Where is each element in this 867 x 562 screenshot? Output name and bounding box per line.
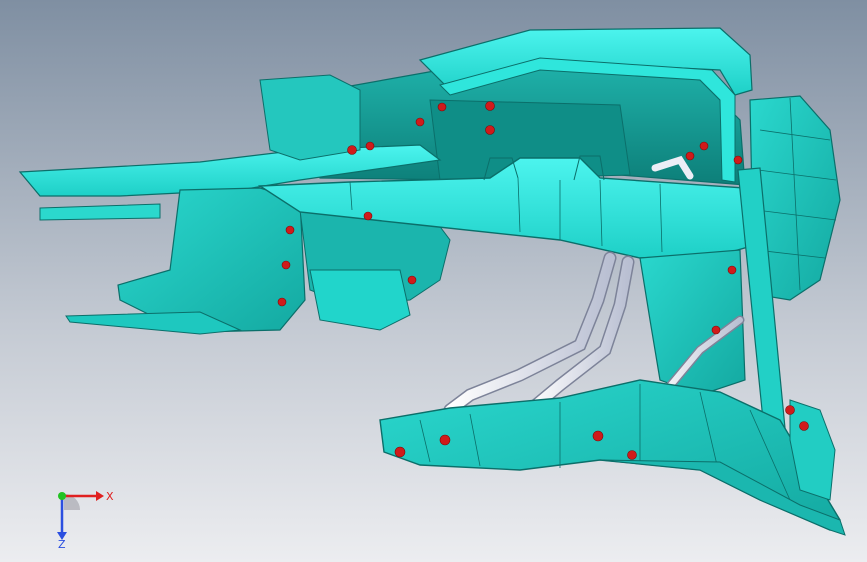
z-axis-label: Z xyxy=(58,538,66,548)
y-axis-dot xyxy=(58,492,66,500)
center-box[interactable] xyxy=(309,269,411,331)
axis-triad: X Z xyxy=(57,490,114,548)
front-left-box[interactable] xyxy=(259,74,361,161)
front-left-arm[interactable] xyxy=(39,203,161,221)
cad-3d-viewport[interactable]: X Z xyxy=(0,0,867,562)
vehicle-body-model[interactable] xyxy=(0,0,867,562)
x-axis-arrowhead xyxy=(96,491,104,501)
x-axis-label: X xyxy=(106,490,114,503)
